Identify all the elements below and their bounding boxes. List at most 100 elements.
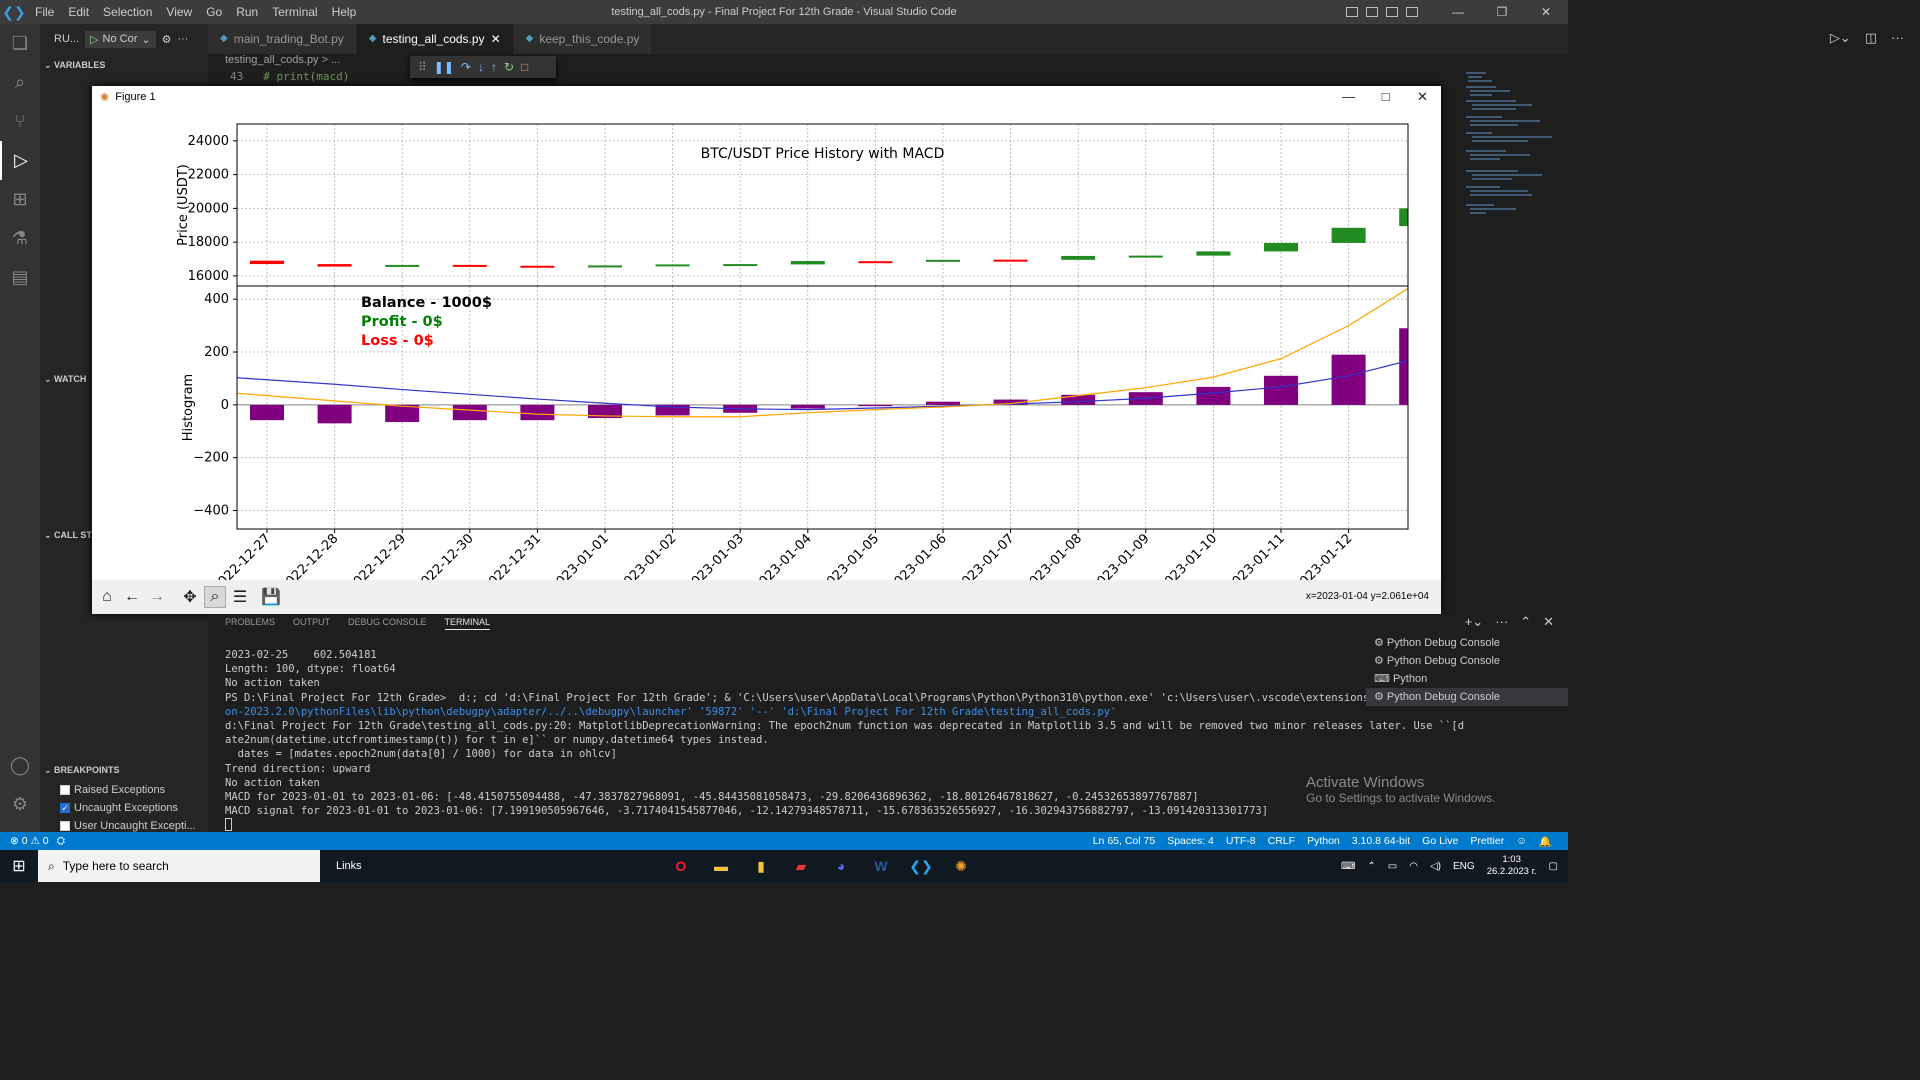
step-into-icon[interactable]: ↓	[478, 60, 484, 74]
zoom-icon[interactable]: ⌕	[204, 586, 226, 608]
terminal-output[interactable]: 2023-02-25 602.504181 Length: 100, dtype:…	[225, 648, 1464, 836]
close-tab-icon[interactable]: ✕	[491, 24, 501, 54]
feedback-icon[interactable]: ☺	[1516, 835, 1527, 848]
step-over-icon[interactable]: ↷	[461, 60, 471, 74]
search-icon[interactable]: ⌕	[0, 63, 40, 102]
close-panel-icon[interactable]: ✕	[1543, 614, 1554, 630]
menu-terminal[interactable]: Terminal	[265, 0, 324, 24]
menu-run[interactable]: Run	[229, 0, 265, 24]
debug-config-select[interactable]: ▷ No Cor ⌄	[85, 30, 156, 48]
tab-testing-all-cods[interactable]: ◆ testing_all_cods.py ✕	[356, 24, 514, 54]
terminal-item[interactable]: ⌨ Python	[1366, 670, 1568, 688]
pycharm-icon[interactable]: ▮	[750, 855, 772, 877]
terminal-item[interactable]: ⚙ Python Debug Console	[1366, 634, 1568, 652]
new-terminal-icon[interactable]: +⌄	[1465, 614, 1483, 630]
line-endings[interactable]: CRLF	[1268, 835, 1295, 848]
wifi-icon[interactable]: ◠	[1409, 861, 1418, 872]
drag-handle-icon[interactable]: ⠿	[418, 60, 427, 74]
tab-keep-this-code[interactable]: ◆ keep_this_code.py	[513, 24, 653, 54]
minimap[interactable]	[1464, 70, 1560, 230]
home-icon[interactable]: ⌂	[96, 586, 118, 608]
figure-maximize-button[interactable]: □	[1367, 86, 1404, 108]
figure-close-button[interactable]: ✕	[1404, 86, 1441, 108]
python-figure-taskbar-icon[interactable]: ✺	[950, 855, 972, 877]
file-explorer-icon[interactable]: ▬	[710, 855, 732, 877]
step-out-icon[interactable]: ↑	[491, 60, 497, 74]
breadcrumb[interactable]: testing_all_cods.py > ...	[225, 54, 340, 70]
maximize-panel-icon[interactable]: ⌃	[1520, 614, 1531, 630]
source-control-icon[interactable]: ⑂	[0, 102, 40, 141]
battery-icon[interactable]: ▭	[1388, 861, 1397, 872]
vscode-taskbar-icon[interactable]: ❮❯	[909, 855, 932, 877]
run-file-icon[interactable]: ▷⌄	[1830, 30, 1851, 46]
more-actions-icon[interactable]: ···	[177, 33, 188, 45]
checkbox[interactable]	[60, 821, 70, 831]
volume-icon[interactable]: ◁)	[1430, 861, 1441, 872]
forward-arrow-icon[interactable]: →	[146, 586, 168, 608]
notification-center-icon[interactable]: ▢	[1549, 861, 1558, 872]
python-interpreter[interactable]: 3.10.8 64-bit	[1352, 835, 1410, 848]
indentation[interactable]: Spaces: 4	[1167, 835, 1214, 848]
clock[interactable]: 1:03 26.2.2023 г.	[1487, 854, 1537, 878]
checkbox[interactable]	[60, 785, 70, 795]
section-variables[interactable]: ⌄ VARIABLES	[40, 54, 208, 76]
customize-layout-icon[interactable]	[1406, 7, 1418, 17]
cursor-position[interactable]: Ln 65, Col 75	[1093, 835, 1155, 848]
restore-button[interactable]: ❐	[1480, 0, 1524, 24]
menu-view[interactable]: View	[159, 0, 199, 24]
close-button[interactable]: ✕	[1524, 0, 1568, 24]
keyboard-icon[interactable]: ⌨	[1341, 861, 1355, 872]
gear-icon[interactable]: ⚙	[162, 33, 172, 46]
start-debug-icon[interactable]: ▷	[90, 33, 98, 46]
encoding[interactable]: UTF-8	[1226, 835, 1256, 848]
debug-status-icon[interactable]: ⛭	[57, 835, 65, 848]
restart-icon[interactable]: ↻	[504, 60, 514, 74]
split-editor-icon[interactable]: ◫	[1865, 30, 1877, 46]
notifications-bell-icon[interactable]: 🔔	[1539, 835, 1552, 848]
menu-help[interactable]: Help	[325, 0, 364, 24]
go-live[interactable]: Go Live	[1422, 835, 1458, 848]
save-figure-icon[interactable]: 💾	[260, 586, 282, 608]
pan-icon[interactable]: ✥	[179, 586, 201, 608]
stop-icon[interactable]: □	[521, 60, 528, 74]
chart-canvas[interactable]: 16000 18000 20000 22000 24000 −400 −200 0 200 400…	[92, 108, 1441, 580]
toggle-sidebar-icon[interactable]	[1346, 7, 1358, 17]
explorer-icon[interactable]: ❏	[0, 24, 40, 63]
language-indicator[interactable]: ENG	[1453, 861, 1475, 872]
problems-status[interactable]: ⊗ 0 ⚠ 0	[10, 835, 49, 848]
word-icon[interactable]: W	[870, 855, 892, 877]
figure-minimize-button[interactable]: —	[1330, 86, 1367, 108]
anydesk-icon[interactable]: ▰	[790, 855, 812, 877]
code-line[interactable]: 43 # print(macd)	[230, 70, 349, 83]
back-arrow-icon[interactable]: ←	[121, 586, 143, 608]
minimize-button[interactable]: —	[1436, 0, 1480, 24]
run-debug-icon[interactable]: ▷	[0, 141, 40, 180]
tab-debug-console[interactable]: DEBUG CONSOLE	[348, 614, 427, 630]
tray-overflow-icon[interactable]: ⌃	[1367, 861, 1375, 872]
more-actions-icon[interactable]: ···	[1495, 614, 1508, 630]
manage-gear-icon[interactable]: ⚙	[0, 785, 40, 824]
menu-edit[interactable]: Edit	[61, 0, 96, 24]
menu-go[interactable]: Go	[199, 0, 229, 24]
terminal-item[interactable]: ⚙ Python Debug Console	[1366, 652, 1568, 670]
notebook-icon[interactable]: ▤	[0, 258, 40, 297]
figure-titlebar[interactable]: ✺ Figure 1	[92, 86, 1441, 108]
tab-terminal[interactable]: TERMINAL	[444, 614, 491, 630]
prettier[interactable]: Prettier	[1470, 835, 1504, 848]
breakpoint-raised-exceptions[interactable]: Raised Exceptions	[40, 781, 208, 799]
terminal-item-active[interactable]: ⚙ Python Debug Console	[1366, 688, 1568, 706]
testing-icon[interactable]: ⚗	[0, 219, 40, 258]
menu-file[interactable]: File	[28, 0, 61, 24]
toggle-panel-icon[interactable]	[1366, 7, 1378, 17]
pause-icon[interactable]: ❚❚	[434, 60, 454, 74]
section-breakpoints[interactable]: ⌄ BREAKPOINTS	[40, 759, 208, 781]
more-actions-icon[interactable]: ···	[1891, 30, 1904, 46]
taskbar-search[interactable]: ⌕ Type here to search	[38, 850, 320, 882]
discord-icon[interactable]: ◕	[830, 855, 852, 877]
extensions-icon[interactable]: ⊞	[0, 180, 40, 219]
account-icon[interactable]: ◯	[0, 746, 40, 785]
links-toolbar[interactable]: Links	[336, 860, 362, 872]
configure-subplots-icon[interactable]: ☰	[229, 586, 251, 608]
breakpoint-uncaught-exceptions[interactable]: ✓ Uncaught Exceptions	[40, 799, 208, 817]
windows-start-icon[interactable]: ⊞	[0, 850, 38, 882]
